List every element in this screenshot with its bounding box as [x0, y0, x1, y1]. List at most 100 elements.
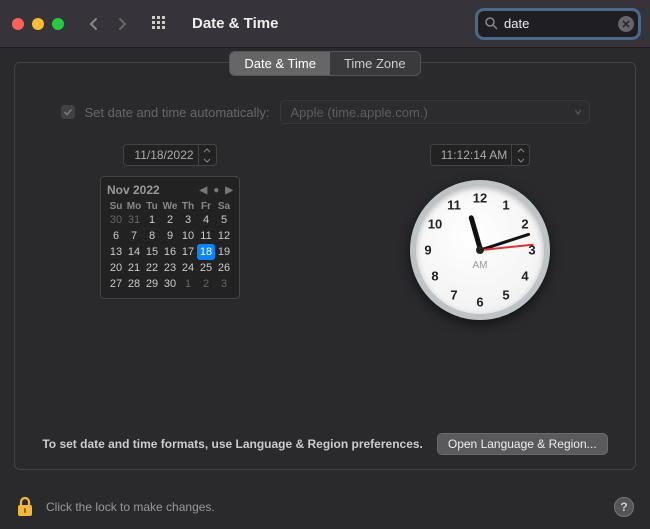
- calendar[interactable]: Nov 2022 ◀ ● ▶ SuMoTuWeThFrSa 3031123456…: [100, 176, 240, 299]
- clock-number: 8: [431, 269, 438, 284]
- time-column: 11:12:14 AM AM 121234567891011: [325, 144, 635, 320]
- window-controls: [12, 18, 64, 30]
- day-cell[interactable]: 3: [179, 212, 197, 228]
- analog-clock: AM 121234567891011: [410, 180, 550, 320]
- clock-number: 10: [428, 217, 442, 232]
- date-field[interactable]: 11/18/2022: [123, 144, 216, 166]
- minimize-window-button[interactable]: [32, 18, 44, 30]
- dow-cell: Su: [107, 201, 125, 212]
- day-cell[interactable]: 25: [197, 260, 215, 276]
- dow-cell: Tu: [143, 201, 161, 212]
- window-title: Date & Time: [192, 15, 278, 32]
- calendar-dow-row: SuMoTuWeThFrSa: [107, 201, 233, 212]
- time-field-value: 11:12:14 AM: [441, 148, 508, 162]
- time-server-value: Apple (time.apple.com.): [291, 105, 428, 120]
- day-cell[interactable]: 30: [161, 276, 179, 292]
- dow-cell: We: [161, 201, 179, 212]
- calendar-next-icon[interactable]: ▶: [225, 185, 233, 196]
- time-server-field[interactable]: Apple (time.apple.com.): [280, 100, 590, 124]
- day-cell[interactable]: 23: [161, 260, 179, 276]
- day-cell[interactable]: 17: [179, 244, 197, 260]
- day-cell[interactable]: 8: [143, 228, 161, 244]
- clock-number: 2: [521, 217, 528, 232]
- day-cell[interactable]: 21: [125, 260, 143, 276]
- show-all-icon[interactable]: [148, 12, 172, 36]
- day-cell[interactable]: 24: [179, 260, 197, 276]
- day-cell[interactable]: 7: [125, 228, 143, 244]
- calendar-today-icon[interactable]: ●: [213, 185, 219, 196]
- clock-pin: [476, 246, 484, 254]
- day-cell[interactable]: 12: [215, 228, 233, 244]
- clock-number: 11: [447, 197, 461, 212]
- calendar-grid: 3031123456789101112131415161718192021222…: [107, 212, 233, 292]
- back-button[interactable]: [82, 12, 106, 36]
- chevron-down-icon: [573, 107, 583, 117]
- stepper-down-icon[interactable]: [512, 155, 529, 165]
- day-cell[interactable]: 13: [107, 244, 125, 260]
- day-cell[interactable]: 6: [107, 228, 125, 244]
- clock-number: 1: [502, 197, 509, 212]
- day-cell[interactable]: 1: [179, 276, 197, 292]
- date-field-value: 11/18/2022: [134, 148, 193, 162]
- tab-time-zone[interactable]: Time Zone: [330, 52, 420, 75]
- auto-set-checkbox[interactable]: [61, 105, 75, 119]
- calendar-prev-icon[interactable]: ◀: [200, 185, 208, 196]
- day-cell[interactable]: 14: [125, 244, 143, 260]
- day-cell[interactable]: 1: [143, 212, 161, 228]
- help-button[interactable]: ?: [614, 497, 634, 517]
- clock-number: 9: [424, 243, 431, 258]
- format-hint: To set date and time formats, use Langua…: [42, 437, 423, 451]
- lock-text: Click the lock to make changes.: [46, 500, 215, 514]
- dow-cell: Mo: [125, 201, 143, 212]
- day-cell[interactable]: 20: [107, 260, 125, 276]
- stepper-down-icon[interactable]: [199, 155, 216, 165]
- day-cell[interactable]: 5: [215, 212, 233, 228]
- day-cell[interactable]: 9: [161, 228, 179, 244]
- clock-ampm: AM: [473, 260, 488, 271]
- dow-cell: Fr: [197, 201, 215, 212]
- titlebar: Date & Time: [0, 0, 650, 48]
- close-window-button[interactable]: [12, 18, 24, 30]
- day-cell[interactable]: 30: [107, 212, 125, 228]
- time-field[interactable]: 11:12:14 AM: [430, 144, 531, 166]
- day-cell[interactable]: 27: [107, 276, 125, 292]
- day-cell[interactable]: 2: [161, 212, 179, 228]
- stepper-up-icon[interactable]: [512, 145, 529, 155]
- clear-search-button[interactable]: [618, 16, 634, 32]
- clock-number: 7: [450, 288, 457, 303]
- day-cell[interactable]: 11: [197, 228, 215, 244]
- clock-number: 12: [473, 191, 487, 206]
- time-stepper[interactable]: [511, 145, 529, 165]
- dow-cell: Sa: [215, 201, 233, 212]
- bottom-bar: Click the lock to make changes. ?: [0, 485, 650, 529]
- lock-icon[interactable]: [16, 496, 34, 518]
- day-cell[interactable]: 19: [215, 244, 233, 260]
- open-language-region-button[interactable]: Open Language & Region...: [437, 433, 608, 455]
- date-stepper[interactable]: [198, 145, 216, 165]
- tab-bar: Date & Time Time Zone: [15, 51, 635, 76]
- search-input[interactable]: [504, 16, 614, 31]
- day-cell[interactable]: 26: [215, 260, 233, 276]
- day-cell[interactable]: 10: [179, 228, 197, 244]
- clock-number: 3: [528, 243, 535, 258]
- stepper-up-icon[interactable]: [199, 145, 216, 155]
- day-cell[interactable]: 4: [197, 212, 215, 228]
- zoom-window-button[interactable]: [52, 18, 64, 30]
- day-cell[interactable]: 2: [197, 276, 215, 292]
- clock-number: 5: [502, 288, 509, 303]
- day-cell[interactable]: 3: [215, 276, 233, 292]
- search-field[interactable]: [478, 11, 638, 37]
- day-cell[interactable]: 16: [161, 244, 179, 260]
- forward-button[interactable]: [110, 12, 134, 36]
- dow-cell: Th: [179, 201, 197, 212]
- day-cell[interactable]: 28: [125, 276, 143, 292]
- day-cell[interactable]: 18: [197, 244, 215, 260]
- day-cell[interactable]: 22: [143, 260, 161, 276]
- preferences-panel: Date & Time Time Zone Set date and time …: [14, 62, 636, 470]
- day-cell[interactable]: 29: [143, 276, 161, 292]
- day-cell[interactable]: 15: [143, 244, 161, 260]
- date-column: 11/18/2022 Nov 2022 ◀ ● ▶ SuMoTuWeThFrSa…: [15, 144, 325, 320]
- search-icon: [484, 16, 498, 30]
- day-cell[interactable]: 31: [125, 212, 143, 228]
- tab-date-time[interactable]: Date & Time: [230, 52, 330, 75]
